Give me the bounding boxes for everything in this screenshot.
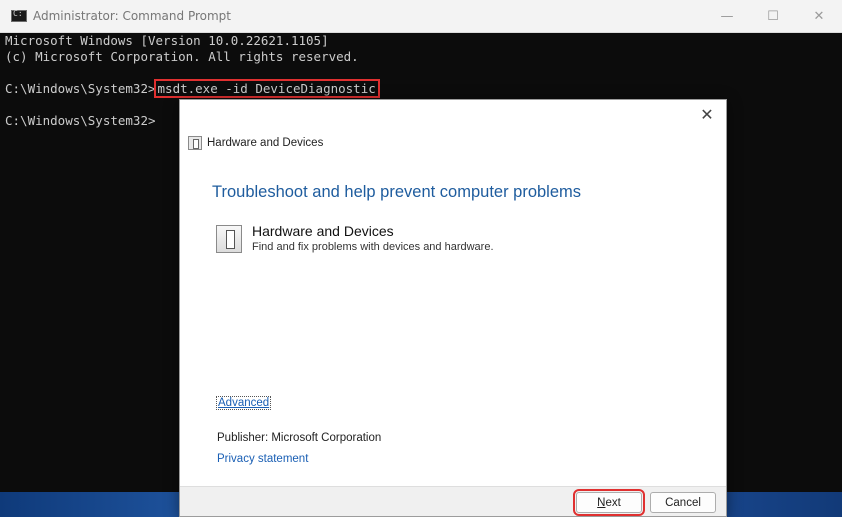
dialog-footer: Next Cancel [180, 486, 726, 516]
publisher-text: Publisher: Microsoft Corporation [217, 432, 382, 444]
troubleshooter-task: Hardware and Devices Find and fix proble… [216, 223, 494, 253]
console-line: (c) Microsoft Corporation. All rights re… [5, 49, 359, 64]
next-button[interactable]: Next [573, 489, 645, 516]
maximize-button[interactable]: ☐ [750, 0, 796, 33]
dialog-heading: Troubleshoot and help prevent computer p… [212, 183, 582, 201]
hardware-devices-icon [216, 225, 242, 253]
privacy-statement-link[interactable]: Privacy statement [217, 453, 308, 465]
console-line: Microsoft Windows [Version 10.0.22621.11… [5, 33, 329, 48]
next-button-label: ext [605, 496, 621, 509]
task-title: Hardware and Devices [252, 223, 394, 239]
window-titlebar: Administrator: Command Prompt — ☐ ✕ [0, 0, 842, 33]
troubleshooter-dialog: ✕ Hardware and Devices Troubleshoot and … [179, 99, 727, 517]
command-prompt-icon [11, 9, 27, 22]
dialog-header-title: Hardware and Devices [207, 137, 324, 149]
close-button[interactable]: ✕ [796, 0, 842, 33]
cancel-button[interactable]: Cancel [650, 492, 716, 513]
console-prompt: C:\Windows\System32> [5, 81, 156, 96]
hardware-icon [188, 136, 202, 150]
task-description: Find and fix problems with devices and h… [252, 241, 494, 253]
next-button-mnemonic: N [597, 496, 606, 509]
advanced-link[interactable]: Advanced [216, 396, 272, 410]
dialog-close-button[interactable]: ✕ [696, 104, 718, 126]
window-title: Administrator: Command Prompt [33, 9, 231, 23]
console-command-line: C:\Windows\System32> msdt.exe -id DeviceD… [5, 79, 842, 98]
console-command: msdt.exe -id DeviceDiagnostic [153, 79, 380, 98]
dialog-header: Hardware and Devices [188, 136, 323, 150]
minimize-button[interactable]: — [704, 0, 750, 33]
window-controls: — ☐ ✕ [704, 0, 842, 33]
